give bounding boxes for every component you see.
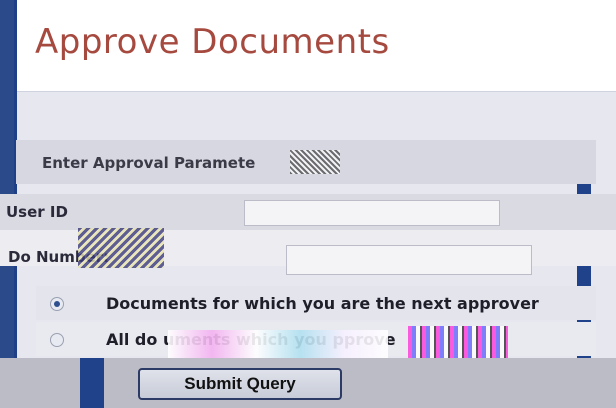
radio-label-next-approver: Documents for which you are the next app… (106, 294, 539, 313)
title-band: Approve Documents (17, 0, 616, 92)
image-artifact (408, 326, 508, 358)
user-id-row: User ID (0, 194, 616, 230)
image-artifact (78, 228, 164, 268)
user-id-input[interactable] (244, 200, 500, 226)
radio-unselected-icon[interactable] (50, 333, 64, 347)
document-number-input[interactable] (286, 245, 532, 275)
radio-option-next-approver[interactable]: Documents for which you are the next app… (36, 286, 596, 320)
image-artifact (168, 330, 388, 358)
page-title: Approve Documents (35, 22, 390, 62)
parameters-heading: Enter Approval Paramete (42, 154, 256, 172)
submit-query-button[interactable]: Submit Query (138, 368, 342, 400)
footer-accent-bar (80, 358, 104, 408)
radio-selected-icon[interactable] (50, 297, 64, 311)
image-artifact (290, 150, 340, 174)
user-id-label: User ID (6, 203, 68, 221)
